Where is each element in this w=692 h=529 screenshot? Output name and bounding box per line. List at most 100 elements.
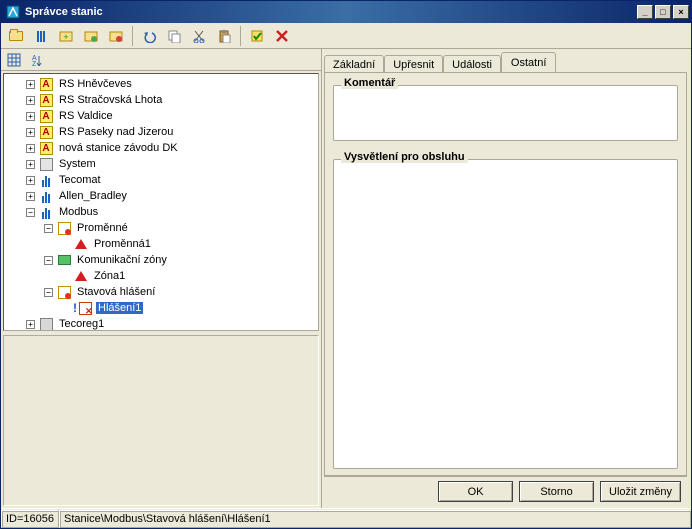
group-vysvetleni-label: Vysvětlení pro obsluhu: [341, 151, 468, 163]
node-icon: [73, 268, 89, 284]
node-label: RS Hněvčeves: [57, 78, 134, 90]
expand-toggle[interactable]: −: [44, 224, 53, 233]
apply-button[interactable]: [246, 25, 268, 47]
edit-button[interactable]: [80, 25, 102, 47]
expand-toggle[interactable]: −: [44, 288, 53, 297]
undo-button[interactable]: [138, 25, 160, 47]
tab-udalosti[interactable]: Události: [443, 55, 501, 73]
node-icon: A: [38, 124, 54, 140]
maximize-button[interactable]: □: [655, 5, 671, 19]
status-bar: ID=16056 Stanice\Modbus\Stavová hlášení\…: [1, 508, 691, 528]
node-icon: [56, 284, 72, 300]
copy-button[interactable]: [163, 25, 185, 47]
tab-zakladni[interactable]: Základní: [324, 55, 384, 73]
expand-toggle[interactable]: +: [26, 144, 35, 153]
tree-item[interactable]: Proměnná1: [4, 236, 318, 252]
cancel-button[interactable]: Storno: [519, 481, 594, 502]
node-label: Zóna1: [92, 270, 127, 282]
columns-button[interactable]: [30, 25, 52, 47]
lower-pane: [3, 335, 319, 506]
close-button[interactable]: ×: [673, 5, 689, 19]
tab-ostatni[interactable]: Ostatní: [501, 52, 556, 72]
svg-text:Z: Z: [32, 61, 37, 66]
delete-button[interactable]: [271, 25, 293, 47]
node-label: System: [57, 158, 98, 170]
tree-item[interactable]: !Hlášení1: [4, 300, 318, 316]
node-icon: [38, 204, 54, 220]
tab-upresnit[interactable]: Upřesnit: [384, 55, 443, 73]
expand-toggle[interactable]: −: [44, 256, 53, 265]
group-komentar: Komentář: [333, 85, 678, 141]
tree-item[interactable]: − Komunikační zóny: [4, 252, 318, 268]
expand-toggle[interactable]: +: [26, 80, 35, 89]
tree-item[interactable]: −Stavová hlášení: [4, 284, 318, 300]
status-path: Stanice\Modbus\Stavová hlášení\Hlášení1: [59, 510, 691, 528]
minimize-button[interactable]: _: [637, 5, 653, 19]
tab-body: Komentář Vysvětlení pro obsluhu: [324, 72, 687, 476]
node-icon: A: [38, 76, 54, 92]
node-label: RS Stračovská Lhota: [57, 94, 164, 106]
tree-item[interactable]: +ARS Paseky nad Jizerou: [4, 124, 318, 140]
node-icon: [73, 236, 89, 252]
expand-toggle[interactable]: +: [26, 192, 35, 201]
node-icon: A: [38, 140, 54, 156]
expand-toggle[interactable]: +: [26, 320, 35, 329]
expand-toggle[interactable]: +: [26, 96, 35, 105]
tree-view[interactable]: +ARS Hněvčeves+ARS Stračovská Lhota+ARS …: [3, 73, 319, 331]
tree-item[interactable]: + System: [4, 156, 318, 172]
save-button[interactable]: Uložit změny: [600, 481, 681, 502]
paste-button[interactable]: [213, 25, 235, 47]
node-icon: [56, 252, 72, 268]
komentar-textarea[interactable]: [333, 85, 678, 141]
status-id: ID=16056: [1, 510, 59, 528]
app-icon: [5, 4, 21, 20]
node-icon: [56, 220, 72, 236]
node-label: RS Paseky nad Jizerou: [57, 126, 175, 138]
expand-toggle[interactable]: +: [26, 112, 35, 121]
expand-toggle[interactable]: +: [26, 128, 35, 137]
main-toolbar: +: [1, 23, 691, 49]
tree-item[interactable]: +Anová stanice závodu DK: [4, 140, 318, 156]
tabstrip: Základní Upřesnit Události Ostatní: [324, 51, 687, 72]
tree-item[interactable]: +ARS Valdice: [4, 108, 318, 124]
vysvetleni-textarea[interactable]: [333, 159, 678, 469]
node-icon: A: [38, 108, 54, 124]
node-label: Tecomat: [57, 174, 103, 186]
cut-button[interactable]: [188, 25, 210, 47]
tree-grid-button[interactable]: [4, 51, 24, 69]
tree-sort-button[interactable]: AZ: [26, 51, 46, 69]
tree-item[interactable]: +ARS Hněvčeves: [4, 76, 318, 92]
node-label: Tecoreg1: [57, 318, 106, 330]
tree-item[interactable]: + Tecomat: [4, 172, 318, 188]
node-icon: A: [38, 92, 54, 108]
node-label: Hlášení1: [96, 302, 143, 314]
expand-toggle[interactable]: +: [26, 176, 35, 185]
open-button[interactable]: [5, 25, 27, 47]
tree-item[interactable]: +ARS Stračovská Lhota: [4, 92, 318, 108]
node-label: Proměnné: [75, 222, 130, 234]
app-window: Správce stanic _ □ × + AZ +ARS Hněvčeves…: [0, 0, 692, 529]
right-pane: Základní Upřesnit Události Ostatní Komen…: [322, 49, 691, 508]
remove-button[interactable]: [105, 25, 127, 47]
svg-text:+: +: [63, 32, 68, 42]
expand-toggle[interactable]: −: [26, 208, 35, 217]
node-label: Allen_Bradley: [57, 190, 129, 202]
add-button[interactable]: +: [55, 25, 77, 47]
node-icon: [38, 172, 54, 188]
tree-item[interactable]: − Proměnné: [4, 220, 318, 236]
ok-button[interactable]: OK: [438, 481, 513, 502]
node-label: Proměnná1: [92, 238, 153, 250]
node-icon: [38, 316, 54, 331]
tree-item[interactable]: + Tecoreg1: [4, 316, 318, 331]
tree-item[interactable]: + Allen_Bradley: [4, 188, 318, 204]
node-label: RS Valdice: [57, 110, 115, 122]
titlebar: Správce stanic _ □ ×: [1, 1, 691, 23]
tree-item[interactable]: Zóna1: [4, 268, 318, 284]
group-vysvetleni: Vysvětlení pro obsluhu: [333, 159, 678, 469]
node-icon: [77, 300, 93, 316]
tree-item[interactable]: −Modbus: [4, 204, 318, 220]
node-label: Komunikační zóny: [75, 254, 169, 266]
expand-toggle[interactable]: +: [26, 160, 35, 169]
node-icon: [38, 188, 54, 204]
node-label: nová stanice závodu DK: [57, 142, 180, 154]
